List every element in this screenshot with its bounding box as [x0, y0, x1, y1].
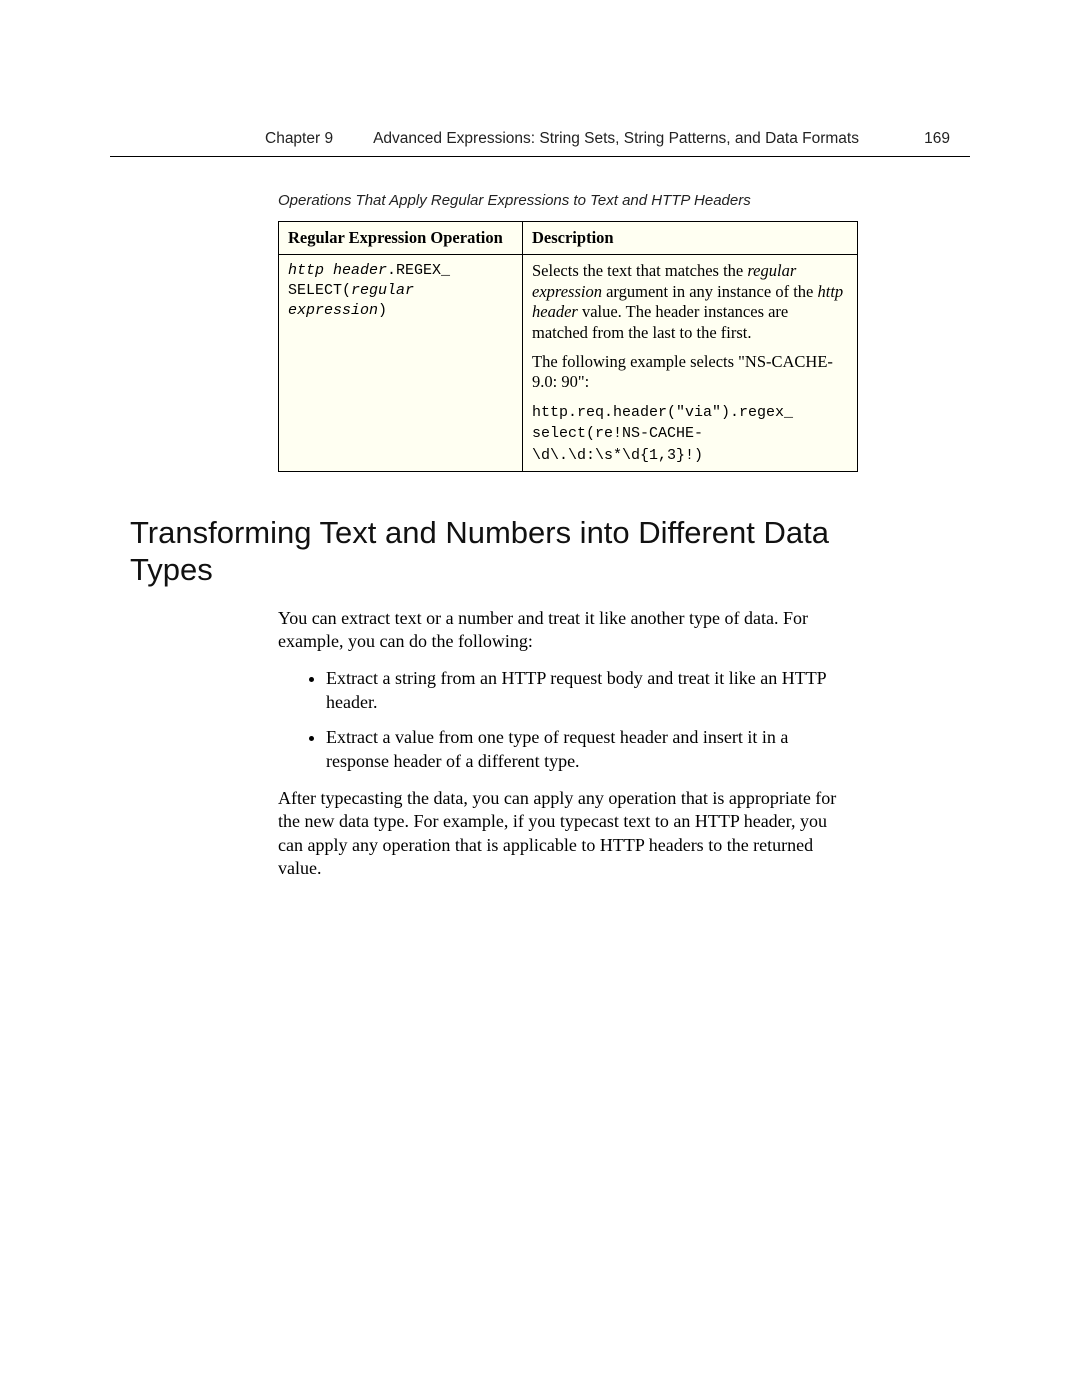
desc-para-2: The following example selects "NS-CACHE-… [532, 352, 848, 393]
desc-para-1: Selects the text that matches the regula… [532, 261, 848, 344]
header-page-number: 169 [924, 130, 950, 148]
table-header-row: Regular Expression Operation Description [279, 222, 858, 255]
table-row: http header.REGEX_ SELECT(regular expres… [279, 255, 858, 472]
description-cell: Selects the text that matches the regula… [523, 255, 858, 472]
running-header: Chapter 9 Advanced Expressions: String S… [265, 130, 950, 148]
header-title: Advanced Expressions: String Sets, Strin… [373, 130, 884, 148]
desc-code-block: http.req.header("via").regex_ select(re!… [532, 401, 848, 466]
operation-cell: http header.REGEX_ SELECT(regular expres… [279, 255, 523, 472]
op-suffix: ) [378, 302, 387, 319]
table-block: Operations That Apply Regular Expression… [278, 192, 858, 472]
body-text: You can extract text or a number and tre… [278, 607, 838, 881]
operations-table: Regular Expression Operation Description… [278, 221, 858, 472]
desc-text: argument in any instance of the [602, 282, 818, 301]
table-header-description: Description [523, 222, 858, 255]
op-prefix: http header [288, 262, 387, 279]
table-header-operation: Regular Expression Operation [279, 222, 523, 255]
table-caption: Operations That Apply Regular Expression… [278, 192, 858, 209]
header-chapter: Chapter 9 [265, 130, 333, 148]
body-para-1: You can extract text or a number and tre… [278, 607, 838, 654]
header-rule [110, 156, 970, 157]
list-item: Extract a string from an HTTP request bo… [326, 667, 838, 714]
section-heading: Transforming Text and Numbers into Diffe… [130, 514, 850, 588]
list-item: Extract a value from one type of request… [326, 726, 838, 773]
bullet-list: Extract a string from an HTTP request bo… [278, 667, 838, 773]
desc-code: http.req.header("via").regex_ select(re!… [532, 404, 793, 464]
page: Chapter 9 Advanced Expressions: String S… [0, 0, 1080, 1397]
body-para-2: After typecasting the data, you can appl… [278, 787, 838, 881]
desc-text: Selects the text that matches the [532, 261, 747, 280]
